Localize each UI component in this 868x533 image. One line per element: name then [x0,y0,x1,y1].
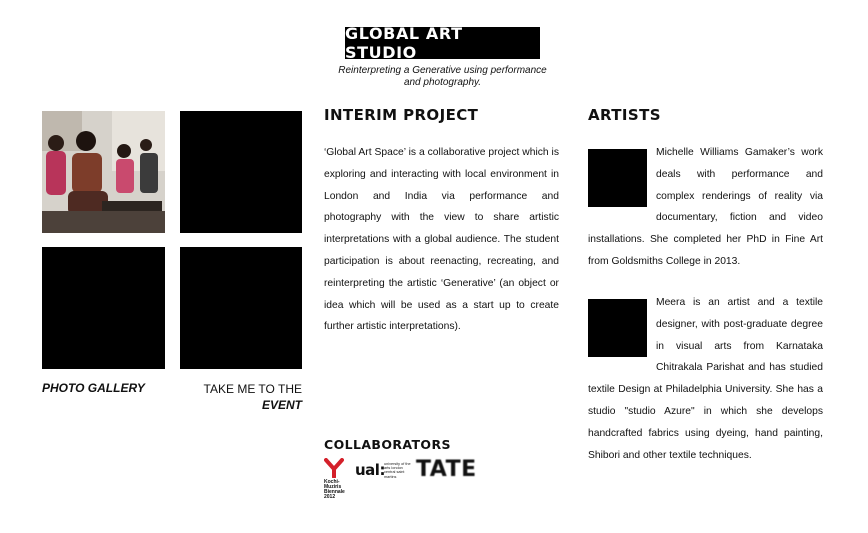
interim-project-text: ‘Global Art Space’ is a collaborative pr… [324,147,559,333]
site-title: GLOBAL ART STUDIO [345,24,540,62]
collaborators-heading: COLLABORATORS [324,437,451,452]
tate-logo[interactable]: TATE [416,457,477,482]
gallery-photo-tile[interactable] [42,111,165,233]
event-link[interactable]: TAKE ME TO THE EVENT [180,381,302,413]
subtitle-line-2: and photography. [403,77,482,88]
artist-thumbnail[interactable] [588,299,647,357]
event-link-line-1: TAKE ME TO THE [203,382,302,396]
workshop-photo [42,111,165,233]
photo-gallery-link[interactable]: PHOTO GALLERY [42,381,145,395]
site-subtitle: Reinterpreting a Generative using perfor… [330,65,555,89]
gallery-tile-3[interactable] [42,247,165,369]
interim-project-heading: INTERIM PROJECT [324,106,479,124]
ual-logo-mark: ual: [355,461,385,479]
ual-logo-text: university of the arts london central sa… [384,462,411,479]
artist-entry: Meera is an artist and a textile designe… [588,292,823,466]
kochi-muziris-biennale-logo[interactable]: Kochi-Muziris Biennale 2012 [324,458,350,500]
kochi-logo-text: Kochi-Muziris Biennale 2012 [324,479,345,500]
artist-entry: Michelle Williams Gamaker’s work deals w… [588,142,823,273]
subtitle-line-1: Reinterpreting a Generative using perfor… [338,65,547,76]
event-link-line-2: EVENT [261,398,302,412]
gallery-tile-4[interactable] [180,247,302,369]
kochi-x-icon [324,458,344,479]
artists-heading: ARTISTS [588,106,661,124]
gallery-tile-2[interactable] [180,111,302,233]
artist-thumbnail[interactable] [588,149,647,207]
ual-logo[interactable]: ual: university of the arts london centr… [355,461,413,485]
